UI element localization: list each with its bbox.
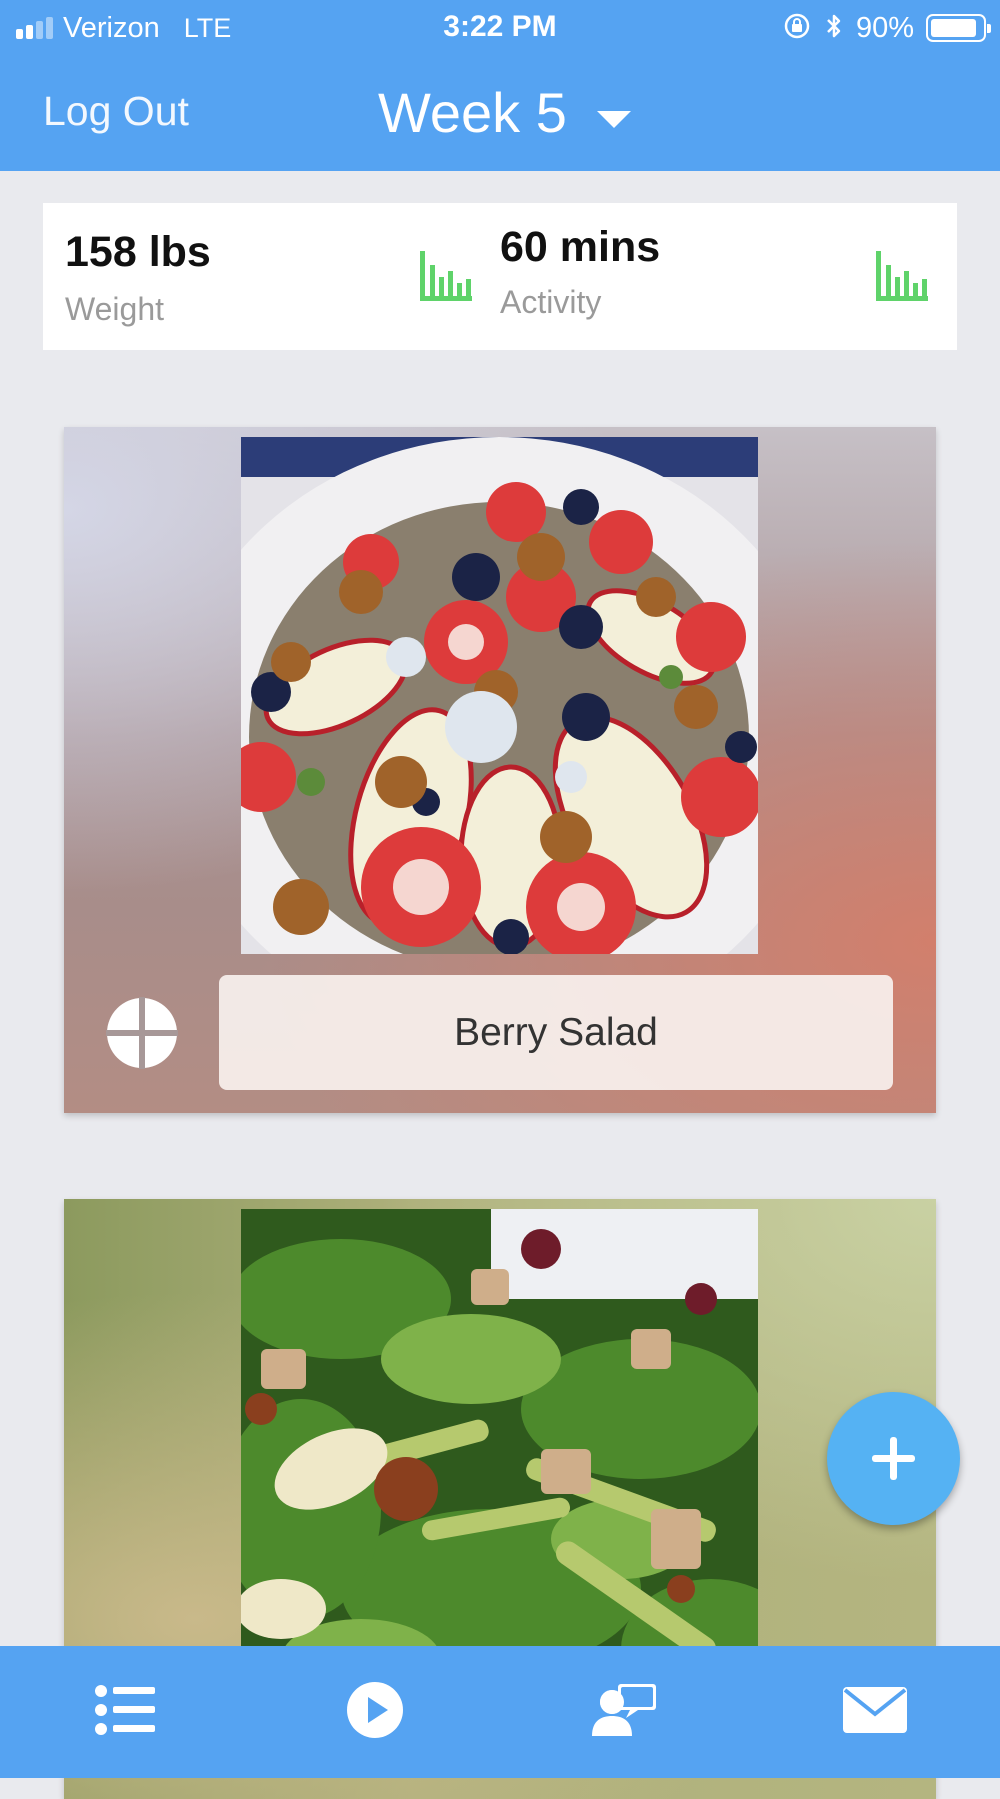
week-title: Week 5	[378, 81, 567, 144]
activity-label: Activity	[500, 284, 602, 320]
status-bar: Verizon LTE 3:22 PM 90%	[0, 0, 1000, 56]
add-meal-button[interactable]	[827, 1392, 960, 1525]
meal-name: Berry Salad	[454, 1010, 658, 1054]
mail-icon	[842, 1686, 908, 1739]
rotation-lock-icon	[782, 11, 812, 46]
meal-photo[interactable]	[241, 437, 758, 954]
battery-percent: 90%	[855, 11, 914, 44]
status-right: 90%	[782, 10, 991, 46]
header-bar: Verizon LTE 3:22 PM 90% Log Out Week 5	[0, 0, 1000, 171]
activity-chart-icon[interactable]	[874, 249, 930, 303]
activity-value: 60 mins	[500, 223, 661, 271]
weight-label: Weight	[65, 291, 165, 327]
weight-value: 158 lbs	[65, 228, 211, 276]
tab-bar	[0, 1646, 1000, 1778]
tab-mail[interactable]	[750, 1646, 1000, 1778]
bluetooth-icon	[824, 11, 844, 46]
tab-play[interactable]	[250, 1646, 500, 1778]
meal-card[interactable]: Berry Salad	[64, 427, 936, 1113]
tab-coach[interactable]	[500, 1646, 750, 1778]
meal-name-button[interactable]: Berry Salad	[219, 975, 893, 1090]
tab-list[interactable]	[0, 1646, 250, 1778]
weight-chart-icon[interactable]	[418, 249, 474, 303]
battery-icon	[926, 14, 991, 42]
list-icon	[94, 1684, 156, 1741]
play-icon	[345, 1680, 405, 1745]
share-icon[interactable]	[106, 997, 178, 1069]
stats-card: 158 lbs Weight 60 mins Activity	[43, 203, 957, 350]
activity-stat[interactable]: 60 mins Activity	[500, 203, 957, 350]
logout-button[interactable]: Log Out	[43, 88, 189, 135]
coach-chat-icon	[592, 1682, 658, 1743]
weight-stat[interactable]: 158 lbs Weight	[43, 203, 500, 350]
caret-down-icon	[596, 111, 631, 128]
week-selector[interactable]: Week 5	[378, 80, 631, 145]
